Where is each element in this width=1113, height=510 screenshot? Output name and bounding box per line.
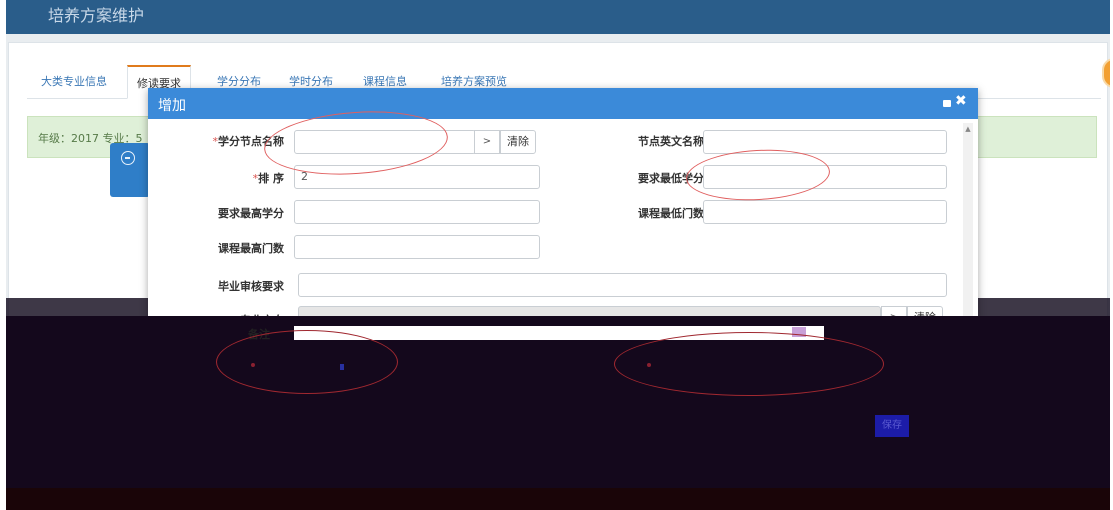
collapse-button[interactable] <box>110 143 150 197</box>
tab-major-info[interactable]: 大类专业信息 <box>41 73 107 89</box>
add-dialog: 增加 ✖ *学分节点名称 > 清除 节点英文名称 *排 序 2 要求最低学分 要… <box>148 88 978 332</box>
credit-node-name-label: *学分节点名称 <box>212 135 285 148</box>
credit-node-clear-button[interactable]: 清除 <box>500 130 536 154</box>
obscured-region <box>6 316 1110 510</box>
node-english-name-input[interactable] <box>703 130 947 154</box>
node-english-name-label: 节点英文名称 <box>638 135 704 148</box>
minus-circle-icon <box>121 151 135 165</box>
dialog-header: 增加 ✖ <box>148 88 978 119</box>
credit-node-pick-button[interactable]: > <box>474 130 500 154</box>
credit-node-name-input[interactable] <box>294 130 476 154</box>
obscured-bottom <box>6 488 1110 510</box>
dialog-title: 增加 <box>158 98 186 114</box>
max-credit-label: 要求最高学分 <box>218 207 284 220</box>
graduation-review-label: 毕业审核要求 <box>218 280 284 293</box>
app-frame: 培养方案维护 大类专业信息 修读要求 学分分布 学时分布 课程信息 培养方案预览… <box>6 0 1110 510</box>
min-credit-input[interactable] <box>703 165 947 189</box>
dialog-body: *学分节点名称 > 清除 节点英文名称 *排 序 2 要求最低学分 要求最高学分… <box>148 119 978 332</box>
remarks-input[interactable] <box>294 326 824 340</box>
close-icon[interactable]: ✖ <box>955 93 967 109</box>
order-input[interactable]: 2 <box>294 165 540 189</box>
maximize-icon[interactable] <box>943 100 951 107</box>
dialog-scrollbar[interactable]: ▲ <box>963 123 973 329</box>
required-mark-dark <box>647 363 651 367</box>
graduation-review-input[interactable] <box>298 273 947 297</box>
save-button[interactable]: 保存 <box>875 415 909 437</box>
scroll-up-icon[interactable]: ▲ <box>963 123 973 135</box>
top-bar: 培养方案维护 <box>6 0 1110 34</box>
order-label: *排 序 <box>252 172 284 185</box>
max-credit-input[interactable] <box>294 200 540 224</box>
tab-credit-distribution[interactable]: 学分分布 <box>217 73 261 89</box>
min-courses-input[interactable] <box>703 200 947 224</box>
page-title: 培养方案维护 <box>48 6 145 25</box>
remarks-artifact <box>792 327 806 337</box>
tab-hour-distribution[interactable]: 学时分布 <box>289 73 333 89</box>
tab-plan-preview[interactable]: 培养方案预览 <box>441 73 507 89</box>
tab-course-info[interactable]: 课程信息 <box>363 73 407 89</box>
max-courses-input[interactable] <box>294 235 540 259</box>
max-courses-label: 课程最高门数 <box>218 242 284 255</box>
remarks-label: 备注 <box>248 328 270 341</box>
min-credit-label: 要求最低学分 <box>638 172 704 185</box>
hidden-marker <box>340 364 344 370</box>
required-mark-dark <box>251 363 255 367</box>
min-courses-label: 课程最低门数 <box>638 207 704 220</box>
